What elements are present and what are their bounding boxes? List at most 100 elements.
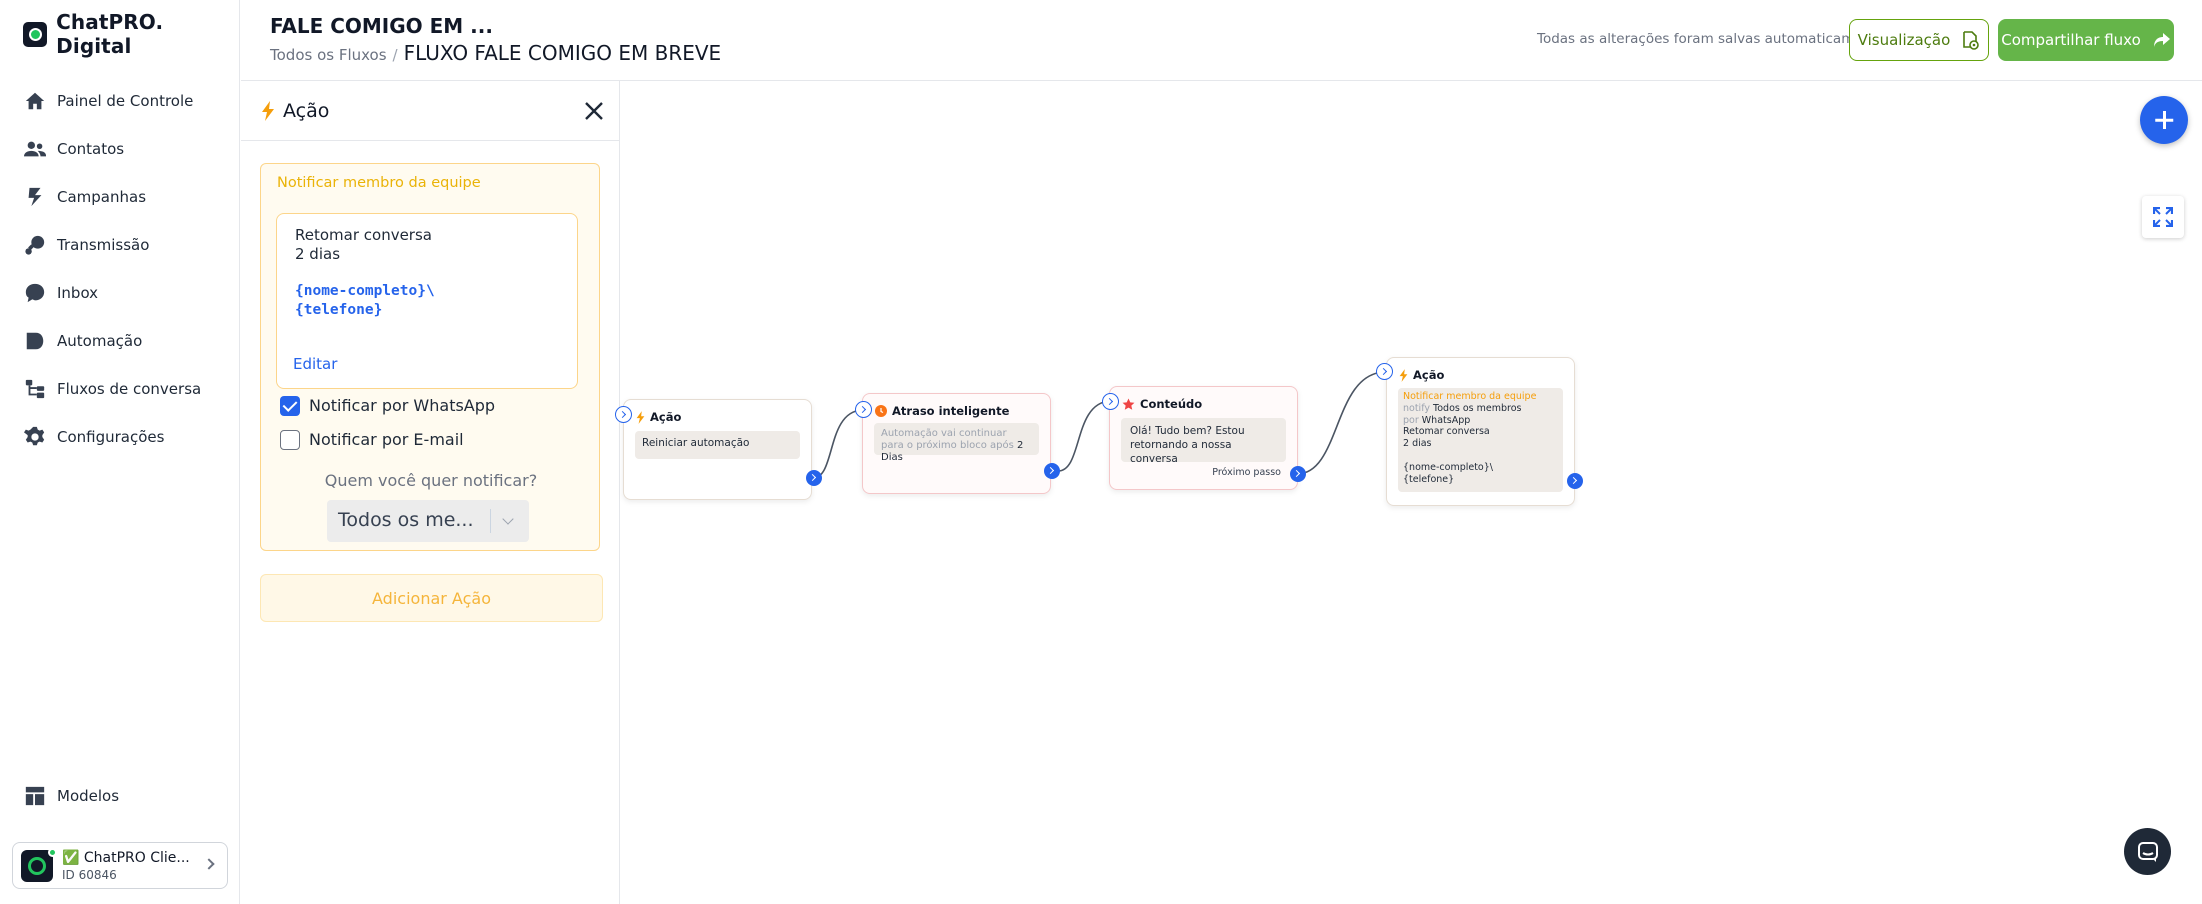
notify-whatsapp-label[interactable]: Notificar por WhatsApp: [309, 396, 495, 415]
node-type: Ação: [650, 410, 682, 424]
node-output-port[interactable]: [806, 470, 822, 486]
sidebar-item-label: Inbox: [57, 284, 99, 302]
megaphone-icon: [28, 187, 42, 207]
node-output-port[interactable]: [1290, 466, 1306, 482]
sidebar-item-automacao[interactable]: Automação: [24, 323, 234, 359]
fit-view-button[interactable]: [2142, 196, 2184, 238]
notify-email-label[interactable]: Notificar por E-mail: [309, 430, 464, 449]
breadcrumb-separator: /: [392, 46, 398, 64]
share-arrow-icon: [2153, 33, 2170, 47]
preview-label: Visualização: [1857, 31, 1951, 49]
broadcast-icon: [25, 235, 45, 255]
notify-channel: WhatsApp: [1421, 414, 1471, 426]
page-title: FALE COMIGO EM ...: [270, 14, 493, 38]
node-input-port[interactable]: [1376, 363, 1393, 380]
flow-canvas[interactable]: Ação Reiniciar automação Atraso intelige…: [615, 81, 2202, 904]
notify-word: notify: [1403, 402, 1430, 414]
sidebar-item-transmissao[interactable]: Transmissão: [24, 227, 234, 263]
variable-tag: {nome-completo}\: [295, 283, 435, 299]
flow-node-action-restart[interactable]: Ação Reiniciar automação: [623, 399, 812, 500]
header: FALE COMIGO EM ... Todos os Fluxos / FLU…: [241, 0, 2202, 81]
star-icon: [1122, 398, 1135, 410]
edit-message-link[interactable]: Editar: [293, 355, 337, 373]
action-panel: Ação Notificar membro da equipe Retomar …: [241, 81, 620, 904]
support-chat-button[interactable]: [2124, 828, 2171, 875]
message-line-blank: [1403, 450, 1558, 462]
node-body: Notificar membro da equipe notify Todos …: [1398, 388, 1563, 492]
message-line: 2 dias: [295, 245, 341, 263]
notify-email-checkbox[interactable]: [280, 430, 300, 450]
notify-who: Todos os membros: [1433, 402, 1522, 414]
sidebar-item-configuracoes[interactable]: Configurações: [24, 419, 234, 455]
flow-icon: [25, 379, 45, 399]
notify-team-member-card: Notificar membro da equipe Retomar conve…: [260, 163, 600, 551]
node-output-port[interactable]: [1567, 473, 1583, 489]
node-type: Atraso inteligente: [892, 404, 1010, 418]
account-switcher[interactable]: ✅ ChatPRO Clie... ID 60846: [12, 842, 228, 889]
notify-card-label: Notificar membro da equipe: [277, 175, 481, 191]
share-label: Compartilhar fluxo: [2001, 31, 2141, 49]
automation-icon: [26, 332, 44, 350]
brand-name: ChatPRO. Digital: [56, 10, 164, 58]
notify-whatsapp-checkbox[interactable]: [280, 396, 300, 416]
panel-header: Ação: [241, 81, 620, 141]
share-flow-button[interactable]: Compartilhar fluxo: [1998, 19, 2174, 61]
variable-tag: {telefone}: [295, 302, 383, 318]
node-input-port[interactable]: [615, 406, 632, 423]
flow-node-content[interactable]: Conteúdo Olá! Tudo bem? Estou retornando…: [1109, 386, 1298, 490]
account-id: ID 60846: [62, 867, 117, 882]
chat-bubble-icon: [25, 283, 45, 303]
autosave-status: Todas as alterações foram salvas automat…: [1537, 31, 1885, 47]
brand[interactable]: ChatPRO. Digital: [23, 10, 239, 58]
sidebar-item-label: Contatos: [57, 140, 125, 158]
close-icon[interactable]: [582, 99, 606, 123]
sidebar-item-label: Fluxos de conversa: [57, 380, 202, 398]
node-input-port[interactable]: [855, 401, 872, 418]
sidebar-item-label: Painel de Controle: [57, 92, 194, 110]
flow-node-action-notify[interactable]: Ação Notificar membro da equipe notify T…: [1386, 357, 1575, 506]
sidebar-item-label: Campanhas: [57, 188, 147, 206]
sidebar-item-painel[interactable]: Painel de Controle: [24, 83, 234, 119]
account-name: ✅ ChatPRO Clie...: [62, 849, 190, 866]
message-line: {telefone}: [1403, 473, 1455, 485]
bolt-icon: [636, 410, 645, 424]
select-divider: [490, 509, 491, 533]
online-status-dot: [48, 848, 57, 857]
breadcrumb-root-link[interactable]: Todos os Fluxos: [270, 46, 387, 64]
sidebar: ChatPRO. Digital Painel de Controle Cont…: [0, 0, 240, 904]
add-action-button[interactable]: Adicionar Ação: [260, 574, 603, 622]
notify-member-label: Notificar membro da equipe: [1403, 391, 1537, 402]
clock-icon: [875, 405, 887, 417]
who-to-notify-select[interactable]: Todos os me...: [327, 500, 529, 542]
node-type: Ação: [1413, 368, 1445, 382]
templates-icon: [25, 786, 45, 806]
sidebar-item-modelos[interactable]: Modelos: [24, 778, 234, 814]
brand-logo: [23, 21, 48, 47]
sidebar-item-label: Configurações: [57, 428, 165, 446]
chevron-down-icon: [502, 513, 514, 525]
node-input-port[interactable]: [1102, 393, 1119, 410]
sidebar-item-contatos[interactable]: Contatos: [24, 131, 234, 167]
breadcrumb-current[interactable]: FLUXO FALE COMIGO EM BREVE: [404, 41, 722, 65]
message-preview: Retomar conversa 2 dias {nome-completo}\…: [276, 213, 578, 389]
sidebar-item-label: Transmissão: [57, 236, 150, 254]
sidebar-item-campanhas[interactable]: Campanhas: [24, 179, 234, 215]
bolt-icon: [1399, 368, 1408, 382]
node-body: Automação vai continuar para o próximo b…: [874, 423, 1039, 463]
add-node-button[interactable]: [2140, 96, 2188, 144]
node-body: Reiniciar automação: [635, 431, 800, 459]
chat-icon: [2137, 841, 2158, 862]
message-line: Retomar conversa: [295, 226, 432, 244]
sidebar-item-fluxos[interactable]: Fluxos de conversa: [24, 371, 234, 407]
preview-icon: [1963, 31, 1980, 50]
users-icon: [24, 141, 46, 157]
select-value: Todos os me...: [338, 509, 474, 531]
por-word: por: [1403, 414, 1419, 426]
sidebar-item-inbox[interactable]: Inbox: [24, 275, 234, 311]
message-line: 2 dias: [1403, 438, 1432, 450]
preview-button[interactable]: Visualização: [1849, 19, 1989, 61]
node-output-port[interactable]: [1044, 463, 1060, 479]
node-body: Olá! Tudo bem? Estou retornando a nossa …: [1121, 418, 1286, 465]
flow-node-smart-delay[interactable]: Atraso inteligente Automação vai continu…: [862, 393, 1051, 494]
who-to-notify-label: Quem você quer notificar?: [324, 471, 538, 490]
